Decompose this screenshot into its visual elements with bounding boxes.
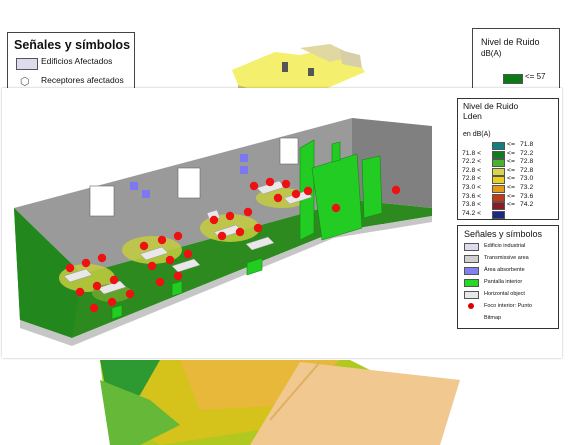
- symbol-swatch: [464, 243, 479, 251]
- symbols-legend-item: Edificio industrial: [464, 242, 554, 251]
- noise-color-swatch: [492, 176, 505, 185]
- noise-legend-title: Nivel de Ruido Lden: [463, 101, 519, 121]
- point-source-icon: [468, 303, 474, 309]
- symbol-label: Transmissive area: [484, 255, 529, 261]
- symbol-label: Edificio industrial: [484, 243, 526, 249]
- symbol-label: Horizontal object: [484, 291, 525, 297]
- noise-range-low: 72.8 <: [462, 175, 482, 183]
- factory-interior-3d: [14, 118, 432, 346]
- noise-color-swatch: [492, 167, 505, 176]
- symbol-swatch: [464, 291, 479, 299]
- symbols-legend-item: Área absorbente: [464, 266, 554, 275]
- noise-range-high: 73.0: [520, 175, 534, 183]
- background-legend: Señales y símbolos Edificios Afectados ⬡…: [7, 32, 135, 92]
- noise-legend-unit: en dB(A): [463, 131, 491, 138]
- building-swatch: [16, 58, 38, 70]
- noise-range-high: 73.6: [520, 192, 534, 200]
- noise-range-operator: <=: [507, 141, 515, 148]
- symbol-swatch: [464, 279, 479, 287]
- noise-range-low: 72.2 <: [462, 158, 482, 166]
- background-legend-title: Señales y símbolos: [14, 38, 131, 52]
- noise-range-operator: <=: [507, 175, 515, 183]
- symbol-swatch: [464, 267, 479, 275]
- interior-noise-render: Nivel de Ruido Lden en dB(A) <= 71.8 71.8 …: [2, 88, 562, 358]
- background-noise-row: <= 57: [525, 72, 546, 81]
- noise-range-operator: <=: [507, 149, 515, 157]
- noise-range-operator: <=: [507, 158, 515, 166]
- noise-range-high: 71.8: [520, 141, 534, 148]
- noise-range-operator: <=: [507, 201, 515, 209]
- noise-range-high: 72.2: [520, 149, 534, 157]
- symbols-legend-item: Transmissive area: [464, 254, 554, 263]
- noise-range-low: 73.8 <: [462, 201, 482, 209]
- symbol-label: Bitmap: [484, 315, 502, 321]
- symbol-label: Foco interior: Punto: [484, 303, 532, 309]
- symbols-legend-item: Pantalla interior: [464, 278, 554, 287]
- noise-level-legend: Nivel de Ruido Lden en dB(A) <= 71.8 71.8 …: [457, 98, 559, 220]
- noise-range-low: 72.8 <: [462, 166, 482, 174]
- noise-range-operator: <=: [507, 166, 515, 174]
- noise-range-low: 71.8 <: [462, 149, 482, 157]
- noise-range-low: 73.0 <: [462, 183, 482, 191]
- noise-color-swatch: [492, 142, 505, 150]
- noise-range-operator: <=: [507, 192, 515, 200]
- noise-range-high: 72.8: [520, 166, 534, 174]
- noise-color-swatch: [492, 159, 505, 168]
- noise-color-swatch: [492, 193, 505, 202]
- symbol-label: Área absorbente: [484, 267, 525, 273]
- symbols-legend-title: Señales y símbolos: [464, 229, 543, 239]
- background-legend-item: Edificios Afectados: [41, 56, 113, 66]
- background-legend-item: Receptores afectados: [41, 75, 124, 85]
- background-noise-unit: dB(A): [481, 49, 502, 58]
- noise-color-swatch: [492, 150, 505, 159]
- noise-range-high: 73.2: [520, 183, 534, 191]
- noise-color-swatch: [492, 202, 505, 211]
- symbol-swatch: [464, 255, 479, 263]
- noise-color-swatch: [492, 184, 505, 193]
- symbols-legend: Señales y símbolos Edificio industrial Tr…: [457, 225, 559, 329]
- noise-legend-title-line1: Nivel de Ruido: [463, 101, 519, 111]
- symbols-legend-item: Bitmap: [464, 314, 554, 323]
- noise-range-high: 72.8: [520, 158, 534, 166]
- noise-legend-title-line2: Lden: [463, 110, 482, 121]
- symbol-label: Pantalla interior: [484, 279, 523, 285]
- noise-range-low: 73.6 <: [462, 192, 482, 200]
- noise-range-low: 74.2 <: [462, 209, 482, 217]
- symbols-legend-item: Horizontal object: [464, 290, 554, 299]
- noise-range-operator: <=: [507, 183, 515, 191]
- background-noise-title: Nivel de Ruido: [481, 37, 540, 47]
- noise-range-high: 74.2: [520, 201, 534, 209]
- symbols-legend-item: Foco interior: Punto: [464, 302, 554, 311]
- noise-swatch: [503, 74, 523, 84]
- hexagon-icon: ⬡: [20, 76, 30, 88]
- noise-color-swatch: [492, 210, 505, 219]
